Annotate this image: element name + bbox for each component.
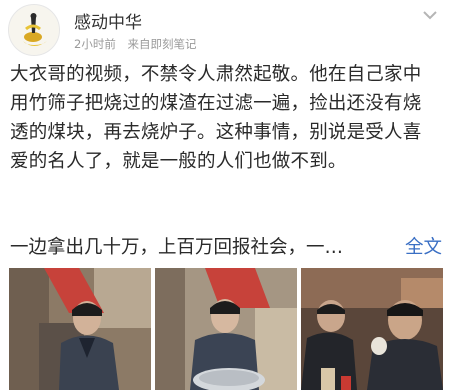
post-preview-line: 一边拿出几十万，上百万回报社会，一… 全文 (10, 233, 442, 262)
post-meta: 2小时前 来自即刻笔记 (74, 36, 196, 52)
author-name[interactable]: 感动中华 (74, 8, 142, 33)
photo-3[interactable] (301, 268, 443, 390)
photo-image (155, 268, 297, 390)
post-paragraph: 大衣哥的视频，不禁令人肃然起敬。他在自己家中用竹筛子把烧过的煤渣在过滤一遍，捡出… (10, 64, 422, 172)
chevron-down-icon[interactable] (420, 8, 440, 22)
post-source[interactable]: 来自即刻笔记 (127, 37, 196, 51)
post-text: 大衣哥的视频，不禁令人肃然起敬。他在自己家中用竹筛子把烧过的煤渣在过滤一遍，捡出… (10, 60, 440, 176)
full-text-link[interactable]: 全文 (405, 233, 442, 262)
photo-grid (9, 268, 443, 390)
post-time: 2小时前 (74, 37, 116, 51)
photo-2[interactable] (155, 268, 297, 390)
photo-1[interactable] (9, 268, 151, 390)
avatar-icon (9, 5, 59, 55)
photo-image (9, 268, 151, 390)
post-preview-text: 一边拿出几十万，上百万回报社会，一… (10, 237, 344, 258)
photo-image (301, 268, 443, 390)
avatar[interactable] (8, 4, 60, 56)
